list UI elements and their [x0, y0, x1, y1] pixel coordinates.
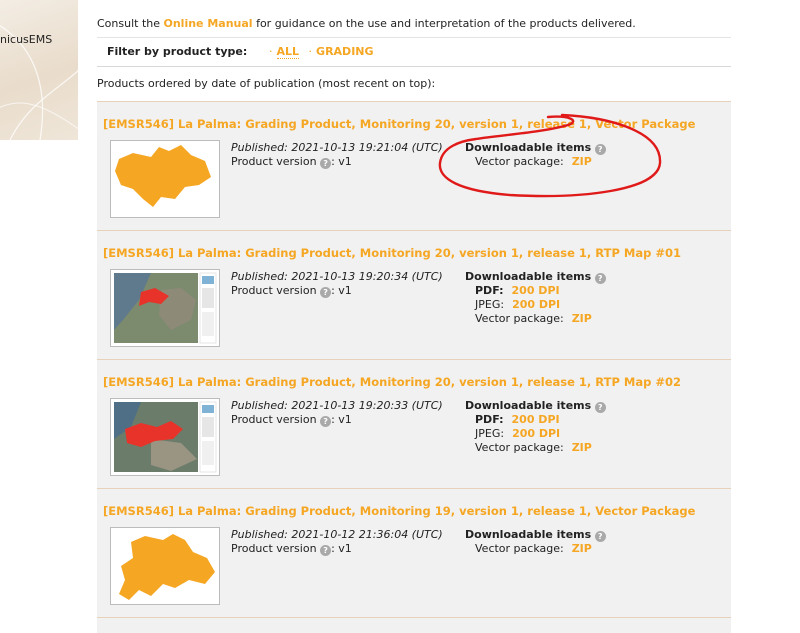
- intro-text: Consult the Online Manual for guidance o…: [97, 17, 636, 30]
- help-icon[interactable]: ?: [320, 158, 332, 169]
- pdf-label: PDF:: [475, 284, 504, 297]
- published-date: 2021-10-13 19:20:33 (UTC): [291, 399, 443, 412]
- published-label: Published:: [231, 270, 288, 283]
- version-value: : v1: [331, 284, 352, 297]
- intro-before: Consult the: [97, 17, 164, 30]
- product-title-link[interactable]: [EMSR546] La Palma: Grading Product, Mon…: [103, 246, 681, 260]
- sidebar-label[interactable]: nicusEMS: [0, 33, 52, 46]
- filter-options: · ALL · GRADING: [269, 45, 380, 59]
- product-item: [EMSR546] La Palma: Grading Product, Mon…: [97, 488, 731, 617]
- published-label: Published:: [231, 141, 288, 154]
- downloadable-items: Downloadable items ? PDF: 200 DPI JPEG: 20…: [465, 399, 606, 455]
- vector-zip-link[interactable]: ZIP: [572, 155, 592, 168]
- bullet-icon: ·: [269, 45, 273, 58]
- published-date: 2021-10-13 19:21:04 (UTC): [291, 141, 443, 154]
- version-label: Product version: [231, 413, 317, 426]
- product-item: [EMSR546] La Palma: Grading Product, Mon…: [97, 230, 731, 359]
- version-value: : v1: [331, 155, 352, 168]
- bullet-icon: ·: [308, 45, 313, 58]
- version-label: Product version: [231, 542, 317, 555]
- downloadable-items: Downloadable items ? Vector package: ZIP: [465, 141, 606, 169]
- help-icon[interactable]: ?: [320, 287, 332, 298]
- product-title-link[interactable]: [EMSR546] La Palma: Grading Product, Mon…: [103, 375, 681, 389]
- vector-package-label: Vector package:: [475, 155, 564, 168]
- order-note: Products ordered by date of publication …: [97, 77, 436, 90]
- product-title-link[interactable]: [EMSR546] La Palma: Grading Product, Mon…: [103, 504, 695, 518]
- downloadable-title: Downloadable items: [465, 270, 592, 283]
- jpeg-label: JPEG:: [475, 427, 505, 440]
- sidebar-decoration: [0, 25, 78, 140]
- vector-package-label: Vector package:: [475, 312, 564, 325]
- pdf-200dpi-link[interactable]: 200 DPI: [512, 413, 560, 426]
- product-meta: Published: 2021-10-13 19:20:34 (UTC) Pro…: [231, 270, 443, 298]
- vector-package-label: Vector package:: [475, 441, 564, 454]
- help-icon[interactable]: ?: [320, 545, 332, 556]
- product-thumbnail[interactable]: [110, 398, 220, 476]
- filter-label: Filter by product type:: [107, 45, 248, 58]
- jpeg-200dpi-link[interactable]: 200 DPI: [512, 298, 560, 311]
- downloadable-title: Downloadable items: [465, 528, 592, 541]
- product-thumbnail[interactable]: [110, 527, 220, 605]
- intro-after: for guidance on the use and interpretati…: [252, 17, 636, 30]
- vector-zip-link[interactable]: ZIP: [572, 312, 592, 325]
- filter-option-grading[interactable]: · GRADING: [309, 45, 374, 58]
- product-item: [EMSR546] La Palma: Grading Product, Mon…: [97, 101, 731, 230]
- downloadable-items: Downloadable items ? PDF: 200 DPI JPEG: 20…: [465, 270, 606, 326]
- filter-option-all[interactable]: · ALL: [269, 45, 300, 59]
- downloadable-items: Downloadable items ? Vector package: ZIP: [465, 528, 606, 556]
- help-icon[interactable]: ?: [594, 402, 606, 413]
- pdf-200dpi-link[interactable]: 200 DPI: [512, 284, 560, 297]
- vector-map-thumbnail: [119, 534, 215, 600]
- product-thumbnail[interactable]: [110, 269, 220, 347]
- vector-zip-link[interactable]: ZIP: [572, 542, 592, 555]
- jpeg-label: JPEG:: [475, 298, 505, 311]
- version-value: : v1: [331, 413, 352, 426]
- product-item-partial: [97, 617, 731, 633]
- downloadable-title: Downloadable items: [465, 141, 592, 154]
- published-label: Published:: [231, 399, 288, 412]
- vector-map-thumbnail: [115, 145, 211, 207]
- help-icon[interactable]: ?: [320, 416, 332, 427]
- published-date: 2021-10-12 21:36:04 (UTC): [291, 528, 443, 541]
- map-thumbnail: [111, 270, 219, 346]
- help-icon[interactable]: ?: [594, 144, 606, 155]
- version-value: : v1: [331, 542, 352, 555]
- vector-package-label: Vector package:: [475, 542, 564, 555]
- published-label: Published:: [231, 528, 288, 541]
- downloadable-title: Downloadable items: [465, 399, 592, 412]
- product-title-link[interactable]: [EMSR546] La Palma: Grading Product, Mon…: [103, 117, 695, 131]
- version-label: Product version: [231, 284, 317, 297]
- product-meta: Published: 2021-10-12 21:36:04 (UTC) Pro…: [231, 528, 443, 556]
- sidebar-panel: nicusEMS: [0, 0, 78, 140]
- help-icon[interactable]: ?: [594, 531, 606, 542]
- product-meta: Published: 2021-10-13 19:20:33 (UTC) Pro…: [231, 399, 443, 427]
- product-meta: Published: 2021-10-13 19:21:04 (UTC) Pro…: [231, 141, 443, 169]
- jpeg-200dpi-link[interactable]: 200 DPI: [512, 427, 560, 440]
- published-date: 2021-10-13 19:20:34 (UTC): [291, 270, 443, 283]
- product-thumbnail[interactable]: [110, 140, 220, 218]
- product-item: [EMSR546] La Palma: Grading Product, Mon…: [97, 359, 731, 488]
- online-manual-link[interactable]: Online Manual: [164, 17, 253, 30]
- filter-bar: Filter by product type: · ALL · GRADING: [97, 37, 731, 67]
- pdf-label: PDF:: [475, 413, 504, 426]
- map-thumbnail: [111, 399, 219, 475]
- version-label: Product version: [231, 155, 317, 168]
- vector-zip-link[interactable]: ZIP: [572, 441, 592, 454]
- help-icon[interactable]: ?: [594, 273, 606, 284]
